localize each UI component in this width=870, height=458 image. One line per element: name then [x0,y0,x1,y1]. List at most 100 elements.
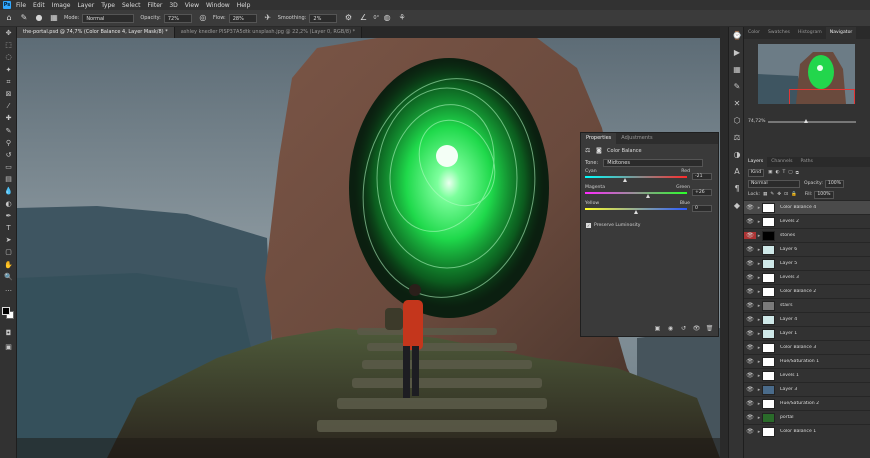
angle-value[interactable]: 0° [373,15,379,21]
history-brush-tool-icon[interactable]: ↺ [0,149,17,161]
marquee-tool-icon[interactable]: ⬚ [0,39,17,51]
visibility-eye-icon[interactable]: 👁 [744,260,756,267]
layer-row[interactable]: 👁 ▸ Layer 1 [744,326,870,340]
layer-row[interactable]: 👁 ▸ Color Balance 4 [744,200,870,214]
visibility-eye-icon[interactable]: 👁 [744,414,756,421]
layer-row[interactable]: 👁 ▸ Hue/Saturation 2 [744,396,870,410]
navigator-view-box[interactable] [789,89,855,104]
layer-name[interactable]: portal [780,415,794,420]
tools-cross-icon[interactable]: ✕ [729,95,745,112]
flow-field[interactable]: 28% [228,13,257,23]
brush-tool-icon[interactable]: ✎ [0,125,17,137]
layer-row[interactable]: 👁 ▸ portal [744,410,870,424]
tab-adjustments[interactable]: Adjustments [616,133,657,144]
slider-value-field[interactable]: 0 [692,205,712,212]
foreground-color-swatch[interactable] [2,307,10,315]
tab-swatches[interactable]: Swatches [764,27,794,39]
pen-tool-icon[interactable]: ✒ [0,210,17,222]
hand-tool-icon[interactable]: ✋ [0,259,17,271]
healing-tool-icon[interactable]: ✚ [0,112,17,124]
delete-icon[interactable]: 🗑 [704,324,715,333]
layer-row[interactable]: 👁 ▸ stones [744,228,870,242]
layer-name[interactable]: Hue/Saturation 1 [780,359,819,364]
styles-icon[interactable]: ◑ [729,146,745,163]
layer-row[interactable]: 👁 ▸ Color Balance 2 [744,284,870,298]
stamp-tool-icon[interactable]: ⚲ [0,137,17,149]
menu-edit[interactable]: Edit [33,2,45,9]
visibility-eye-icon[interactable]: 👁 [744,246,756,253]
quick-select-tool-icon[interactable]: ✦ [0,64,17,76]
fill-field[interactable]: 100% [814,190,834,199]
slider-value-field[interactable]: +26 [692,189,712,196]
tab-layers[interactable]: Layers [744,156,768,168]
blur-tool-icon[interactable]: 💧 [0,185,17,197]
menu-type[interactable]: Type [101,2,115,9]
slider-value-field[interactable]: -21 [692,173,712,180]
more-tools-icon[interactable]: … [0,283,17,295]
move-tool-icon[interactable]: ✥ [0,27,17,39]
slider-track[interactable] [585,192,687,194]
layer-name[interactable]: Layer 4 [780,317,797,322]
slider-thumb[interactable] [623,178,628,182]
visibility-eye-icon[interactable]: 👁 [744,316,756,323]
layer-row[interactable]: 👁 ▸ Layer 6 [744,242,870,256]
navigator-zoom-value[interactable]: 74,72% [748,119,766,124]
layer-row[interactable]: 👁 ▸ Color Balance 1 [744,424,870,438]
slider-thumb[interactable] [645,194,650,198]
frame-tool-icon[interactable]: ⊠ [0,88,17,100]
visibility-eye-icon[interactable]: 👁 [744,428,756,435]
visibility-eye-icon[interactable]: 👁 [744,288,756,295]
visibility-eye-icon[interactable]: 👁 [744,344,756,351]
tab-paths[interactable]: Paths [796,156,817,168]
layer-name[interactable]: stairs [780,303,793,308]
tab-properties[interactable]: Properties [581,133,617,144]
screen-mode-icon[interactable]: ▣ [0,341,17,353]
paragraph-icon[interactable]: ¶ [729,180,745,197]
layer-mask-icon[interactable]: ◙ [596,147,604,154]
layer-name[interactable]: Color Balance 2 [780,289,816,294]
layer-row[interactable]: 👁 ▸ stairs [744,298,870,312]
tab-navigator[interactable]: Navigator [825,27,857,39]
layer-name[interactable]: Levels 2 [780,219,799,224]
visibility-eye-icon[interactable]: 👁 [744,204,756,211]
layer-name[interactable]: Layer 1 [780,331,797,336]
opacity-field[interactable]: 100% [824,179,845,188]
zoom-tool-icon[interactable]: 🔍 [0,271,17,283]
layer-row[interactable]: 👁 ▸ Levels 1 [744,368,870,382]
glyphs-icon[interactable]: ◆ [729,197,745,214]
tab-histogram[interactable]: Histogram [794,27,826,39]
navigator-zoom-slider[interactable] [768,119,856,123]
layer-name[interactable]: Layer 3 [780,387,797,392]
layer-name[interactable]: Color Balance 3 [780,345,816,350]
slider-track[interactable] [585,176,687,178]
brush-settings-icon[interactable]: ▦ [49,13,59,23]
visibility-eye-icon[interactable]: 👁 [744,358,756,365]
eraser-tool-icon[interactable]: ▭ [0,161,17,173]
filter-shape-icon[interactable]: ▢ [788,170,792,175]
type-tool-icon[interactable]: T [0,222,17,234]
menu-layer[interactable]: Layer [77,2,94,9]
history-icon[interactable]: ⌚ [729,27,745,44]
shape-tool-icon[interactable]: ▢ [0,246,17,258]
brush-settings-icon[interactable]: ✎ [729,78,745,95]
swatches-grid-icon[interactable]: ▦ [729,61,745,78]
visibility-eye-icon[interactable]: 👁 [744,386,756,393]
visibility-eye-icon[interactable]: 👁 [744,400,756,407]
menu-view[interactable]: View [185,2,199,9]
view-previous-icon[interactable]: ◉ [665,324,676,333]
menu-select[interactable]: Select [122,2,141,9]
layer-name[interactable]: Levels 1 [780,373,799,378]
photoshop-logo-icon[interactable]: Ps [3,1,11,9]
slider-thumb[interactable] [633,210,638,214]
filter-type-icon[interactable]: T [782,170,785,175]
tab-color[interactable]: Color [744,27,764,39]
tab-ashley-knedler[interactable]: ashley knedler PISP37A5dtk unsplash.jpg … [174,27,363,38]
layer-row[interactable]: 👁 ▸ Color Balance 3 [744,340,870,354]
layer-row[interactable]: 👁 ▸ Levels 3 [744,270,870,284]
symmetry-icon[interactable]: ⚘ [397,13,407,23]
lock-paint-icon[interactable]: ✎ [770,192,774,197]
lock-artboard-icon[interactable]: ⊡ [784,192,788,197]
layer-name[interactable]: Color Balance 4 [780,205,816,210]
layer-row[interactable]: 👁 ▸ Layer 4 [744,312,870,326]
filter-adjust-icon[interactable]: ◐ [775,170,779,175]
